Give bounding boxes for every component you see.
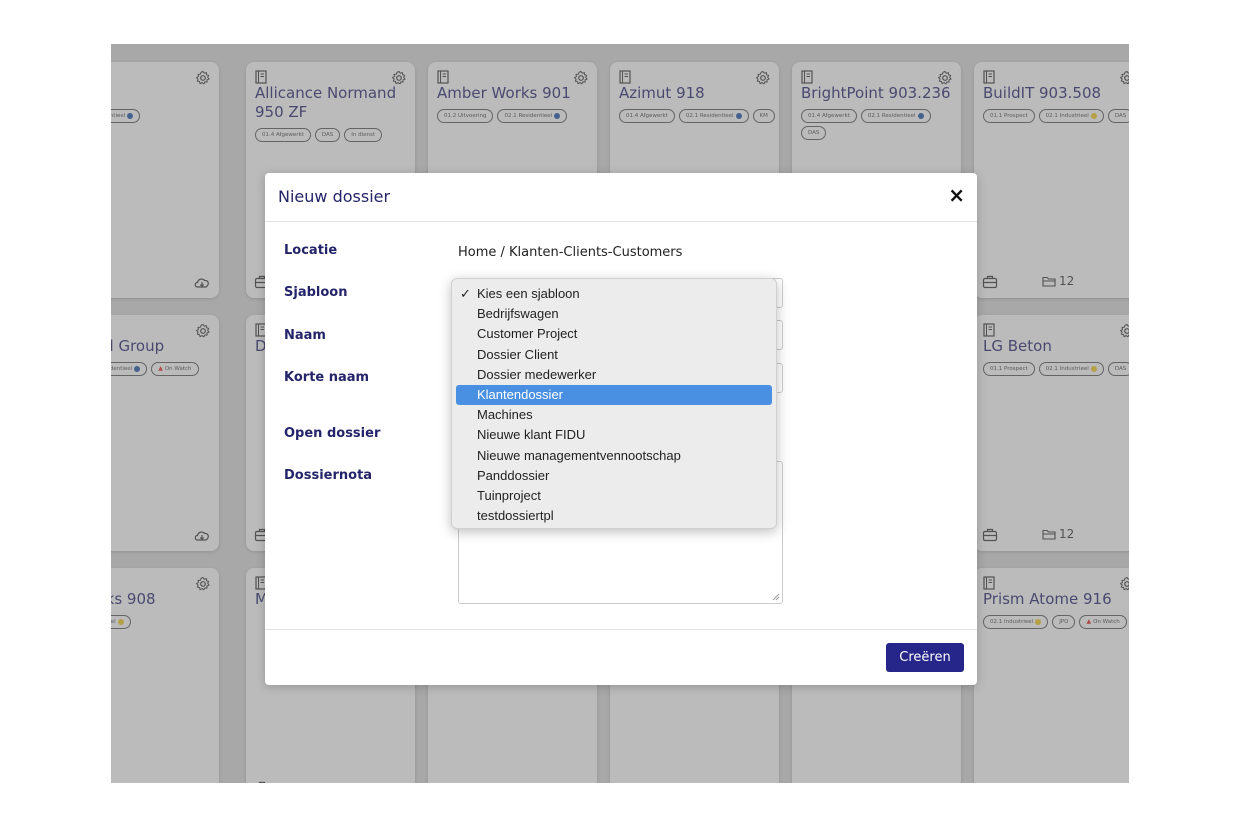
dropdown-option[interactable]: Bedrijfswagen [456,304,772,324]
close-icon[interactable]: × [948,185,965,205]
dropdown-option[interactable]: testdossiertpl [456,506,772,526]
dropdown-option[interactable]: Tuinproject [456,486,772,506]
dropdown-option-label: Kies een sjabloon [477,286,580,301]
dropdown-option-label: Tuinproject [477,487,541,503]
label-korte-naam: Korte naam [284,370,370,385]
template-dropdown-menu[interactable]: ✓ Kies een sjabloon Bedrijfswagen Customer … [451,278,777,529]
dropdown-option-label: testdossiertpl [477,508,554,524]
label-locatie: Locatie [284,243,338,258]
location-value: Home / Klanten-Clients-Customers [458,245,683,260]
dropdown-option[interactable]: Machines [456,405,772,425]
dropdown-option[interactable]: Nieuwe klant FIDU [456,425,772,445]
label-sjabloon: Sjabloon [284,285,348,300]
modal-header: Nieuw dossier × [265,173,977,222]
modal-title: Nieuw dossier [278,187,391,206]
checkmark-icon: ✓ [460,286,471,301]
dropdown-option[interactable]: Dossier medewerker [456,365,772,385]
dropdown-option[interactable]: Customer Project [456,324,772,344]
dropdown-option[interactable]: Panddossier [456,466,772,486]
dropdown-option[interactable]: Dossier Client [456,345,772,365]
dropdown-option[interactable]: ✓ Kies een sjabloon [456,284,772,304]
dropdown-option-label: Dossier medewerker [477,366,597,382]
label-dossiernota: Dossiernota [284,468,373,483]
label-naam: Naam [284,328,326,343]
resize-handle-icon[interactable] [772,593,780,601]
dropdown-option-label: Nieuwe managementvennootschap [477,447,681,463]
dropdown-option-label: Dossier Client [477,346,558,362]
dropdown-option[interactable]: Klantendossier [456,384,772,406]
dropdown-option-label: Klantendossier [477,386,563,402]
dropdown-option-label: Customer Project [477,326,578,342]
dropdown-option-label: Bedrijfswagen [477,306,559,322]
dropdown-option-label: Machines [477,407,533,423]
dropdown-option-label: Panddossier [477,467,550,483]
dropdown-option[interactable]: Nieuwe managementvennootschap [456,446,772,466]
label-open-dossier: Open dossier [284,426,381,441]
dropdown-option-label: Nieuwe klant FIDU [477,427,586,443]
create-button[interactable]: Creëren [886,643,964,672]
modal-footer: Creëren [265,629,977,685]
